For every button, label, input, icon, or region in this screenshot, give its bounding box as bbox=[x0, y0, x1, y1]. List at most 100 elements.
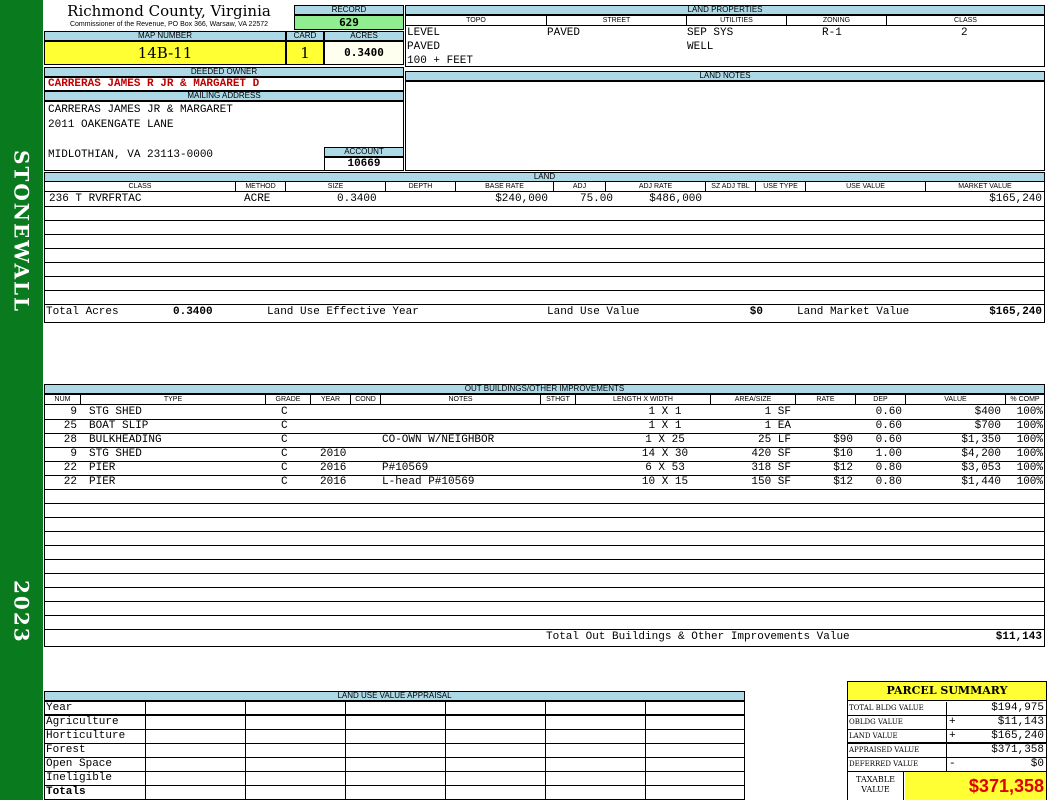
effective-year-label: Land Use Effective Year bbox=[267, 306, 419, 318]
ob-cell-type: STG SHED bbox=[89, 406, 142, 418]
topo-1: LEVEL bbox=[407, 27, 441, 39]
address-line-3: MIDLOTHIAN, VA 23113-0000 bbox=[48, 149, 214, 161]
ob-cell-lw: 10 X 15 bbox=[641, 476, 689, 488]
ob-cell-dep: 0.80 bbox=[875, 462, 902, 474]
ob-cell-area: 318 SF bbox=[751, 462, 791, 474]
ob-cell-dep: 0.80 bbox=[875, 476, 902, 488]
land-col-base-rate: BASE RATE bbox=[455, 182, 553, 191]
land-notes-box bbox=[405, 81, 1045, 171]
ob-cell-num: 9 bbox=[70, 448, 77, 460]
parcel-summary-value: $0 bbox=[1030, 758, 1044, 770]
ob-cell-grade: C bbox=[281, 448, 288, 460]
class-value: 2 bbox=[961, 27, 968, 39]
parcel-summary-label: OBLDG VALUE bbox=[849, 718, 903, 726]
account-value: 10669 bbox=[324, 157, 404, 171]
ob-cell-rate: $12 bbox=[833, 476, 853, 488]
land-row-method: ACRE bbox=[244, 193, 271, 205]
list-item: Agriculture bbox=[45, 716, 744, 730]
ob-cell-grade: C bbox=[281, 462, 288, 474]
col-utilities: UTILITIES bbox=[686, 16, 786, 25]
ob-cell-value: $700 bbox=[974, 420, 1001, 432]
county-subtitle: Commissioner of the Revenue, PO Box 366,… bbox=[69, 21, 269, 28]
ob-col-type: TYPE bbox=[80, 395, 265, 404]
land-properties-label: LAND PROPERTIES bbox=[405, 5, 1045, 15]
list-item: Open Space bbox=[45, 758, 744, 772]
parcel-summary-label: LAND VALUE bbox=[849, 732, 898, 740]
ob-cell-comp: 100% bbox=[1016, 434, 1043, 446]
col-class: CLASS bbox=[886, 16, 1044, 25]
ob-cell-comp: 100% bbox=[1016, 462, 1043, 474]
land-col-method: METHOD bbox=[235, 182, 285, 191]
land-col-depth: DEPTH bbox=[385, 182, 455, 191]
ob-cell-area: 25 LF bbox=[757, 434, 791, 446]
topo-3: 100 + FEET bbox=[407, 55, 474, 67]
parcel-summary-label: APPRAISED VALUE bbox=[849, 746, 920, 754]
acres-label: ACRES bbox=[324, 31, 404, 41]
land-use-appraisal-table: Year Agriculture Horticulture Forest Open Sp… bbox=[44, 701, 745, 800]
land-row-adj-rate: $486,000 bbox=[649, 193, 702, 205]
ob-cell-comp: 100% bbox=[1016, 406, 1043, 418]
land-col-market-value: MARKET VALUE bbox=[925, 182, 1044, 191]
land-properties-header-row: TOPO STREET UTILITIES ZONING CLASS bbox=[406, 16, 1044, 26]
ob-cell-year: 2016 bbox=[320, 476, 347, 488]
land-col-class: CLASS bbox=[128, 183, 152, 190]
address-line-1: CARRERAS JAMES JR & MARGARET bbox=[48, 104, 233, 116]
land-use-value-label: Land Use Value bbox=[547, 306, 640, 318]
parcel-summary-value: $371,358 bbox=[991, 744, 1044, 756]
land-row-market-value: $165,240 bbox=[989, 193, 1042, 205]
account-label: ACCOUNT bbox=[324, 147, 404, 157]
total-acres-label: Total Acres bbox=[46, 306, 119, 318]
ob-col-cond: COND bbox=[350, 395, 380, 404]
ob-cell-year: 2016 bbox=[320, 462, 347, 474]
county-title: Richmond County, Virginia bbox=[67, 2, 271, 20]
tax-year: 2023 bbox=[9, 580, 34, 644]
taxable-value: $371,358 bbox=[905, 772, 1046, 800]
land-use-value: $0 bbox=[749, 306, 763, 318]
map-number-value: 14B-11 bbox=[44, 41, 286, 65]
table-row: APPRAISED VALUE $371,358 bbox=[848, 744, 1046, 758]
ob-cell-dep: 1.00 bbox=[875, 448, 902, 460]
land-notes-label: LAND NOTES bbox=[405, 71, 1045, 81]
mailing-address-label: MAILING ADDRESS bbox=[44, 91, 404, 101]
table-row: TOTAL BLDG VALUE $194,975 bbox=[848, 702, 1046, 716]
land-market-value-label: Land Market Value bbox=[797, 306, 910, 318]
utility-1: SEP SYS bbox=[687, 27, 734, 39]
land-col-adj: ADJ bbox=[553, 182, 605, 191]
ob-col-rate: RATE bbox=[795, 395, 855, 404]
land-col-use-type: USE TYPE bbox=[755, 182, 805, 191]
ob-cell-area: 150 SF bbox=[751, 476, 791, 488]
land-use-row-label: Forest bbox=[46, 744, 86, 756]
street-value: PAVED bbox=[547, 27, 581, 39]
taxable-value-label: TAXABLE VALUE bbox=[848, 772, 904, 800]
ob-cell-area: 420 SF bbox=[751, 448, 791, 460]
ob-cell-type: STG SHED bbox=[89, 448, 142, 460]
acres-value: 0.3400 bbox=[324, 41, 404, 65]
land-use-row-label: Totals bbox=[46, 786, 86, 798]
taxable-label-line-2: VALUE bbox=[861, 785, 890, 794]
list-item: Horticulture bbox=[45, 730, 744, 744]
list-item: Forest bbox=[45, 744, 744, 758]
ob-cell-comp: 100% bbox=[1016, 448, 1043, 460]
ob-cell-dep: 0.60 bbox=[875, 434, 902, 446]
col-topo: TOPO bbox=[466, 17, 486, 24]
parcel-summary-operator: - bbox=[949, 758, 956, 770]
ob-cell-dep: 0.60 bbox=[875, 420, 902, 432]
ob-cell-num: 28 bbox=[63, 434, 77, 446]
address-line-2: 2011 OAKENGATE LANE bbox=[48, 119, 174, 131]
ob-col-area: AREA/SIZE bbox=[710, 395, 795, 404]
land-use-appraisal-label: LAND USE VALUE APPRAISAL bbox=[44, 691, 745, 701]
col-street: STREET bbox=[546, 16, 686, 25]
ob-cell-type: PIER bbox=[89, 476, 116, 488]
ob-cell-lw: 14 X 30 bbox=[641, 448, 689, 460]
ob-cell-value: $3,053 bbox=[961, 462, 1001, 474]
land-col-sz-adj: SZ ADJ TBL bbox=[705, 182, 755, 191]
utility-2: WELL bbox=[687, 41, 714, 53]
card-label: CARD bbox=[286, 31, 324, 41]
land-use-row-label: Year bbox=[46, 702, 73, 714]
ob-cell-lw: 1 X 1 bbox=[648, 420, 682, 432]
list-item: Totals bbox=[45, 786, 744, 800]
ob-cell-value: $4,200 bbox=[961, 448, 1001, 460]
land-use-row-label: Open Space bbox=[46, 758, 113, 770]
table-row: DEFERRED VALUE - $0 bbox=[848, 758, 1046, 772]
list-item: Year bbox=[45, 702, 744, 716]
